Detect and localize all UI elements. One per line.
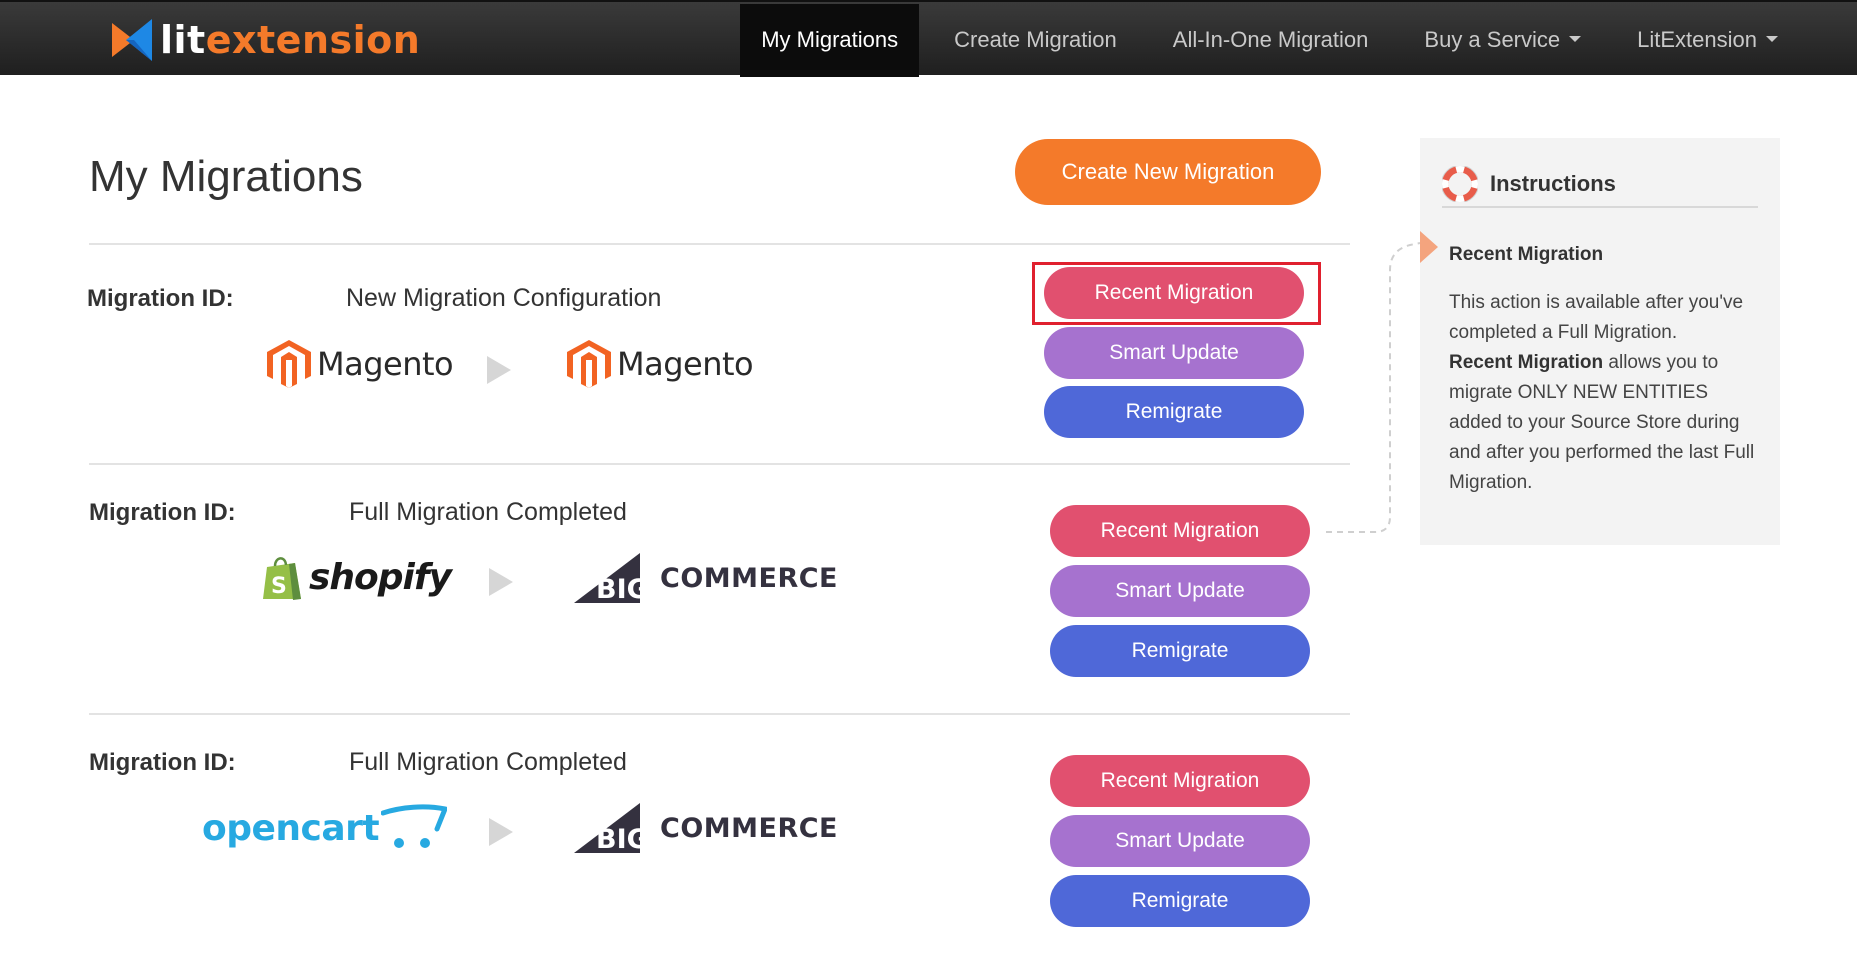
arrow-right-icon xyxy=(487,356,511,384)
recent-migration-button[interactable]: Recent Migration xyxy=(1050,755,1310,807)
shopify-bag-icon: S xyxy=(263,557,301,600)
nav-all-in-one-migration[interactable]: All-In-One Migration xyxy=(1152,4,1390,77)
instructions-body: This action is available after you've co… xyxy=(1449,292,1755,493)
remigrate-button[interactable]: Remigrate xyxy=(1050,875,1310,927)
smart-update-button[interactable]: Smart Update xyxy=(1044,327,1304,379)
lifebuoy-icon xyxy=(1442,166,1478,202)
panel-marker-icon xyxy=(1420,231,1438,263)
divider xyxy=(89,243,1350,245)
migration-status: Full Migration Completed xyxy=(349,748,627,776)
target-logo-magento: Magento xyxy=(567,340,754,388)
divider xyxy=(89,463,1350,465)
migration-status: Full Migration Completed xyxy=(349,498,627,526)
source-logo-shopify: S shopify xyxy=(261,553,452,601)
instructions-panel: Instructions Recent Migration This actio… xyxy=(1420,138,1780,545)
svg-text:S: S xyxy=(271,574,287,599)
divider xyxy=(89,713,1350,715)
nav-buy-a-service[interactable]: Buy a Service xyxy=(1403,4,1602,77)
magento-icon xyxy=(567,340,611,388)
instructions-header: Instructions xyxy=(1442,162,1758,208)
bigcommerce-icon: BIG xyxy=(574,803,649,853)
opencart-cart-icon xyxy=(381,804,448,848)
arrow-right-icon xyxy=(489,568,513,596)
source-logo-magento: Magento xyxy=(267,340,454,388)
svg-text:BIG: BIG xyxy=(596,824,649,853)
smart-update-button[interactable]: Smart Update xyxy=(1050,815,1310,867)
logo-icon xyxy=(112,19,152,61)
nav-my-migrations[interactable]: My Migrations xyxy=(740,4,920,77)
caret-down-icon xyxy=(1766,36,1778,43)
smart-update-button[interactable]: Smart Update xyxy=(1050,565,1310,617)
top-navbar: litextension My Migrations Create Migrat… xyxy=(0,0,1857,77)
arrow-right-icon xyxy=(489,818,513,846)
migration-id-label: Migration ID: xyxy=(89,749,236,776)
instructions-title: Instructions xyxy=(1490,171,1616,196)
remigrate-button[interactable]: Remigrate xyxy=(1044,386,1304,438)
source-logo-opencart: opencart xyxy=(202,803,448,853)
nav-litextension[interactable]: LitExtension xyxy=(1616,4,1799,77)
migration-status: New Migration Configuration xyxy=(346,284,662,312)
bigcommerce-icon: BIG xyxy=(574,553,649,603)
migration-id-label: Migration ID: xyxy=(89,499,236,526)
logo-text: litextension xyxy=(160,18,421,62)
nav-menu: My Migrations Create Migration All-In-On… xyxy=(740,4,1799,77)
caret-down-icon xyxy=(1569,36,1582,43)
page-title: My Migrations xyxy=(89,152,363,201)
recent-migration-button[interactable]: Recent Migration xyxy=(1044,267,1304,319)
nav-create-migration[interactable]: Create Migration xyxy=(933,4,1138,77)
recent-migration-button[interactable]: Recent Migration xyxy=(1050,505,1310,557)
svg-text:BIG: BIG xyxy=(596,574,649,603)
magento-icon xyxy=(267,340,311,388)
litextension-logo[interactable]: litextension xyxy=(110,18,420,62)
remigrate-button[interactable]: Remigrate xyxy=(1050,625,1310,677)
target-logo-bigcommerce: BIG COMMERCE xyxy=(574,553,838,603)
instructions-subtitle: Recent Migration xyxy=(1449,244,1604,265)
migration-id-label: Migration ID: xyxy=(87,285,234,312)
target-logo-bigcommerce: BIG COMMERCE xyxy=(574,803,838,853)
create-new-migration-button[interactable]: Create New Migration xyxy=(1015,139,1321,205)
